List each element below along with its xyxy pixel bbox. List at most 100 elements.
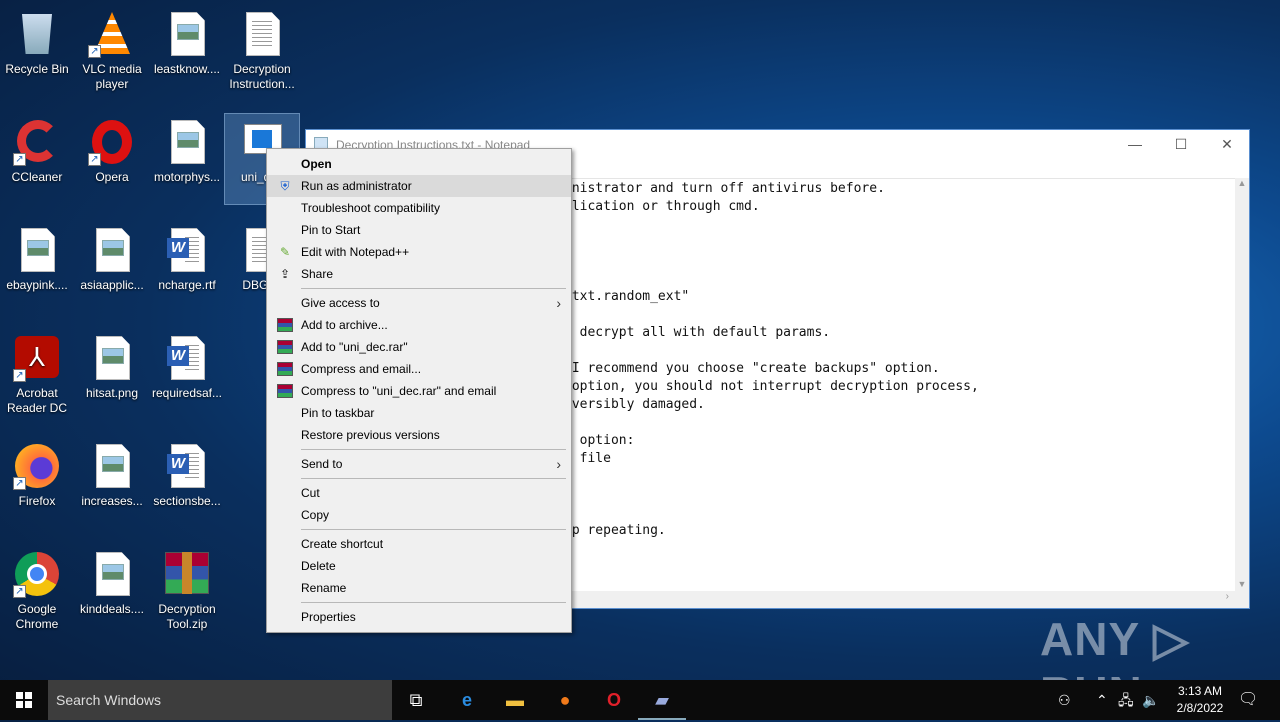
- winrar-icon: [277, 384, 293, 398]
- menu-item-run-as-administrator[interactable]: ⛨ Run as administrator: [267, 175, 571, 197]
- menu-item-label: Run as administrator: [301, 179, 412, 193]
- shield-icon: ⛨: [280, 179, 290, 193]
- clock-time: 3:13 AM: [1177, 684, 1223, 698]
- word-icon: W: [163, 226, 211, 274]
- menu-item-label: Compress and email...: [301, 362, 422, 376]
- menu-item-edit-with-notepad[interactable]: ✎ Edit with Notepad++: [267, 241, 571, 263]
- chevron-right-icon: ›: [556, 295, 561, 311]
- text-icon: [238, 10, 286, 58]
- task-view-button[interactable]: ⧉: [392, 680, 440, 720]
- text-line: inistrator and turn off antivirus before…: [564, 181, 885, 196]
- desktop-icon-recycle-bin[interactable]: Recycle Bin: [0, 6, 74, 96]
- desktop-icon-label: Decryption Instruction...: [229, 62, 295, 91]
- desktop-icon-label: Decryption Tool.zip: [158, 602, 216, 631]
- desktop-icon-decryption-tool-zip[interactable]: Decryption Tool.zip: [150, 546, 224, 636]
- menu-item-cut[interactable]: Cut: [267, 482, 571, 504]
- edge-icon[interactable]: e: [443, 680, 491, 720]
- menu-item-compress-and-email[interactable]: Compress and email...: [267, 358, 571, 380]
- menu-item-send-to[interactable]: Send to ›: [267, 453, 571, 475]
- shortcut-arrow-icon: ↗: [13, 369, 26, 382]
- menu-item-properties[interactable]: Properties: [267, 606, 571, 628]
- menu-item-label: Rename: [301, 581, 347, 595]
- menu-item-add-to-uni-dec-rar[interactable]: Add to "uni_dec.rar": [267, 336, 571, 358]
- menu-separator: [301, 288, 566, 289]
- desktop-icon-label: Firefox: [18, 494, 56, 508]
- image-icon: [88, 334, 136, 382]
- desktop-icon-ebaypink[interactable]: ebaypink....: [0, 222, 74, 312]
- desktop-icon-label: ncharge.rtf: [158, 278, 216, 292]
- start-button[interactable]: [0, 680, 48, 720]
- desktop-icon-label: Acrobat Reader DC: [6, 386, 68, 415]
- desktop-icon-decryption-instruction[interactable]: Decryption Instruction...: [225, 6, 299, 96]
- firefox-icon: ↗: [13, 442, 61, 490]
- menu-item-create-shortcut[interactable]: Create shortcut: [267, 533, 571, 555]
- text-line: op repeating.: [564, 523, 666, 538]
- menu-item-copy[interactable]: Copy: [267, 504, 571, 526]
- volume-icon[interactable]: 🔈: [1142, 680, 1159, 720]
- desktop-icon-hitsat-png[interactable]: hitsat.png: [75, 330, 149, 420]
- menu-item-label: Compress to "uni_dec.rar" and email: [301, 384, 497, 398]
- people-icon[interactable]: ⚇: [1058, 680, 1071, 720]
- menu-item-restore-previous-versions[interactable]: Restore previous versions: [267, 424, 571, 446]
- desktop-icon-label: Google Chrome: [15, 602, 59, 631]
- desktop-icon-label: hitsat.png: [85, 386, 139, 400]
- desktop-icon-label: requiredsaf...: [151, 386, 223, 400]
- menu-item-compress-to-uni-dec-rar-and-email[interactable]: Compress to "uni_dec.rar" and email: [267, 380, 571, 402]
- clock-date: 2/8/2022: [1176, 701, 1224, 715]
- desktop-icon-label: VLC media player: [82, 62, 142, 91]
- desktop-icon-google-chrome[interactable]: ↗ Google Chrome: [0, 546, 74, 636]
- text-line: eversibly damaged.: [564, 397, 705, 412]
- windows-icon: [16, 692, 32, 708]
- rar-icon: [163, 550, 211, 598]
- menu-item-label: Troubleshoot compatibility: [301, 201, 440, 215]
- menu-item-troubleshoot-compatibility[interactable]: Troubleshoot compatibility: [267, 197, 571, 219]
- menu-item-label: Delete: [301, 559, 336, 573]
- opera-taskbar-icon[interactable]: O: [590, 680, 638, 720]
- menu-item-label: Pin to Start: [301, 223, 361, 237]
- menu-separator: [301, 449, 566, 450]
- vertical-scrollbar[interactable]: ▲ ▼: [1235, 178, 1249, 591]
- menu-item-pin-to-start[interactable]: Pin to Start: [267, 219, 571, 241]
- network-icon[interactable]: 🖧: [1118, 680, 1134, 720]
- show-hidden-icons-chevron[interactable]: ⌃: [1096, 680, 1108, 720]
- desktop-icon-kinddeals[interactable]: kinddeals....: [75, 546, 149, 636]
- clock[interactable]: 3:13 AM 2/8/2022: [1166, 683, 1234, 717]
- menu-item-open[interactable]: Open: [267, 153, 571, 175]
- shortcut-arrow-icon: ↗: [13, 477, 26, 490]
- chevron-right-icon: ›: [556, 456, 561, 472]
- image-icon: [163, 10, 211, 58]
- desktop-icon-sectionsbe[interactable]: Wsectionsbe...: [150, 438, 224, 528]
- desktop-icon-opera[interactable]: ↗ Opera: [75, 114, 149, 204]
- notifications-icon[interactable]: 🗨: [1238, 680, 1258, 720]
- menu-item-label: Send to: [301, 457, 343, 471]
- menu-item-delete[interactable]: Delete: [267, 555, 571, 577]
- close-button[interactable]: ✕: [1204, 130, 1250, 159]
- desktop-icon-leastknow[interactable]: leastknow....: [150, 6, 224, 96]
- desktop-icon-increases[interactable]: increases...: [75, 438, 149, 528]
- desktop-icon-label: Opera: [95, 170, 129, 184]
- desktop-icon-vlc-media-player[interactable]: ↗ VLC media player: [75, 6, 149, 96]
- desktop-icon-label: increases...: [81, 494, 143, 508]
- menu-item-label: Edit with Notepad++: [301, 245, 410, 259]
- menu-item-label: Restore previous versions: [301, 428, 440, 442]
- desktop-icon-label: kinddeals....: [79, 602, 145, 616]
- desktop-icon-firefox[interactable]: ↗ Firefox: [0, 438, 74, 528]
- notepad-taskbar-icon[interactable]: ▰: [638, 680, 686, 720]
- menu-item-rename[interactable]: Rename: [267, 577, 571, 599]
- desktop-icon-acrobat-reader-dc[interactable]: ⅄ ↗ Acrobat Reader DC: [0, 330, 74, 420]
- file-explorer-icon[interactable]: ▬: [491, 680, 539, 720]
- menu-item-add-to-archive[interactable]: Add to archive...: [267, 314, 571, 336]
- desktop-icon-motorphys[interactable]: motorphys...: [150, 114, 224, 204]
- desktop-icon-ncharge-rtf[interactable]: Wncharge.rtf: [150, 222, 224, 312]
- desktop-icon-ccleaner[interactable]: ↗ CCleaner: [0, 114, 74, 204]
- desktop-icon-asiaapplic[interactable]: asiaapplic...: [75, 222, 149, 312]
- menu-item-pin-to-taskbar[interactable]: Pin to taskbar: [267, 402, 571, 424]
- image-icon: [163, 118, 211, 166]
- firefox-taskbar-icon[interactable]: ●: [541, 680, 589, 720]
- maximize-button[interactable]: ☐: [1158, 130, 1204, 159]
- desktop-icon-requiredsaf[interactable]: Wrequiredsaf...: [150, 330, 224, 420]
- minimize-button[interactable]: —: [1112, 130, 1158, 159]
- menu-item-give-access-to[interactable]: Give access to ›: [267, 292, 571, 314]
- search-input[interactable]: Search Windows: [48, 680, 392, 720]
- menu-item-share[interactable]: ⇪ Share: [267, 263, 571, 285]
